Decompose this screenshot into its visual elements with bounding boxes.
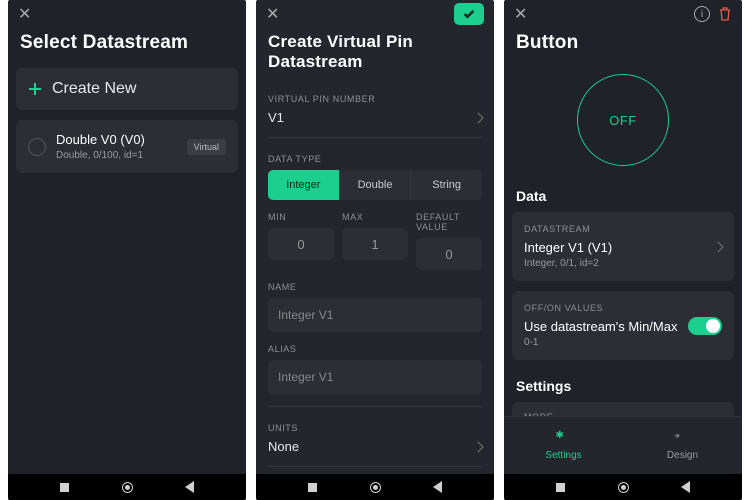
onoff-value: Use datastream's Min/Max	[524, 319, 688, 334]
close-icon[interactable]: ✕	[18, 4, 31, 24]
def-input[interactable]: 0	[416, 238, 482, 270]
tab-design-label: Design	[667, 450, 698, 461]
pin-value: V1	[268, 110, 284, 125]
datastream-select-row[interactable]: DATASTREAM Integer V1 (V1) Integer, 0/1,…	[512, 212, 734, 281]
onoff-values-row[interactable]: OFF/ON VALUES Use datastream's Min/Max 0…	[512, 291, 734, 360]
nav-home-icon[interactable]	[122, 482, 133, 493]
max-input[interactable]: 1	[342, 228, 408, 260]
confirm-button[interactable]	[454, 3, 484, 25]
name-input[interactable]: Integer V1	[268, 298, 482, 332]
plus-icon	[28, 82, 42, 96]
panel-create-datastream: ✕ Create Virtual Pin Datastream VIRTUAL …	[256, 0, 494, 500]
page-title: Button	[504, 28, 742, 68]
chevron-right-icon	[472, 441, 483, 452]
pin-selector[interactable]: V1	[268, 110, 482, 125]
widget-preview-button[interactable]: OFF	[577, 74, 669, 166]
units-label: UNITS	[268, 423, 482, 433]
dtype-segmented[interactable]: Integer Double String	[268, 170, 482, 200]
dtype-label: DATA TYPE	[268, 154, 482, 164]
tab-design[interactable]: ⌖ Design	[623, 417, 742, 474]
onoff-label: OFF/ON VALUES	[524, 303, 688, 313]
info-icon[interactable]: i	[694, 6, 710, 22]
nav-recent-icon[interactable]	[556, 483, 565, 492]
settings-section-head: Settings	[504, 370, 742, 402]
data-section-head: Data	[504, 180, 742, 212]
tab-settings-label: Settings	[545, 450, 581, 461]
ds-value: Integer V1 (V1)	[524, 240, 714, 255]
onoff-toggle[interactable]	[688, 317, 722, 335]
page-title: Select Datastream	[8, 28, 246, 68]
widget-state-text: OFF	[609, 113, 637, 128]
panel-button-widget: ✕ i Button OFF Data DATASTREAM Integer V…	[504, 0, 742, 500]
create-new-button[interactable]: Create New	[16, 68, 238, 110]
nav-back-icon[interactable]	[681, 481, 690, 493]
virtual-badge: Virtual	[187, 139, 226, 155]
android-navbar	[504, 474, 742, 500]
alias-label: ALIAS	[268, 344, 482, 354]
ds-label: DATASTREAM	[524, 224, 714, 234]
datastream-name: Double V0 (V0)	[56, 132, 177, 147]
datastream-sub: Double, 0/100, id=1	[56, 150, 177, 161]
gear-icon: ✱	[556, 431, 572, 447]
chevron-right-icon	[472, 112, 483, 123]
android-navbar	[8, 474, 246, 500]
create-new-label: Create New	[52, 80, 136, 98]
nav-recent-icon[interactable]	[308, 483, 317, 492]
panel-select-datastream: ✕ Select Datastream Create New Double V0…	[8, 0, 246, 500]
min-input[interactable]: 0	[268, 228, 334, 260]
nav-back-icon[interactable]	[433, 481, 442, 493]
spray-icon: ⌖	[675, 431, 691, 447]
check-icon	[462, 7, 476, 21]
units-selector[interactable]: None	[268, 439, 482, 454]
trash-icon[interactable]	[718, 6, 732, 22]
close-icon[interactable]: ✕	[266, 4, 279, 24]
bottom-tabbar: ✱ Settings ⌖ Design	[504, 416, 742, 474]
pin-label: VIRTUAL PIN NUMBER	[268, 94, 482, 104]
nav-home-icon[interactable]	[618, 482, 629, 493]
close-icon[interactable]: ✕	[514, 4, 527, 24]
android-navbar	[256, 474, 494, 500]
nav-home-icon[interactable]	[370, 482, 381, 493]
dtype-option-double[interactable]: Double	[340, 170, 412, 200]
radio-icon	[28, 138, 46, 156]
def-label: DEFAULT VALUE	[416, 212, 482, 232]
datastream-item[interactable]: Double V0 (V0) Double, 0/100, id=1 Virtu…	[16, 120, 238, 173]
onoff-sub: 0-1	[524, 337, 688, 348]
dtype-option-integer[interactable]: Integer	[268, 170, 340, 200]
max-label: MAX	[342, 212, 408, 222]
ds-sub: Integer, 0/1, id=2	[524, 258, 714, 269]
units-value: None	[268, 439, 299, 454]
nav-back-icon[interactable]	[185, 481, 194, 493]
tab-settings[interactable]: ✱ Settings	[504, 417, 623, 474]
chevron-right-icon	[712, 241, 723, 252]
dtype-option-string[interactable]: String	[411, 170, 482, 200]
page-title: Create Virtual Pin Datastream	[256, 28, 494, 86]
name-label: NAME	[268, 282, 482, 292]
min-label: MIN	[268, 212, 334, 222]
nav-recent-icon[interactable]	[60, 483, 69, 492]
alias-input[interactable]: Integer V1	[268, 360, 482, 394]
